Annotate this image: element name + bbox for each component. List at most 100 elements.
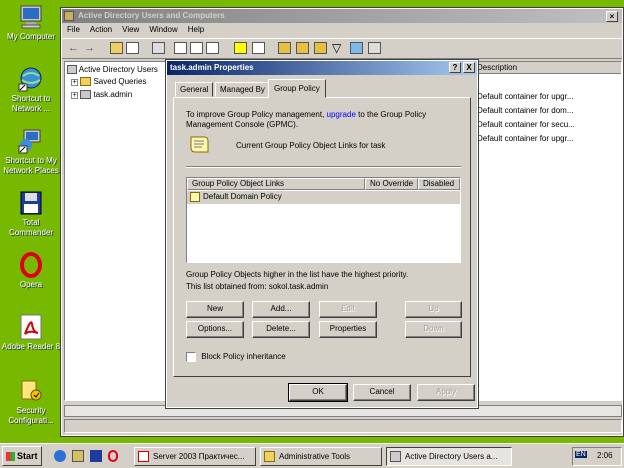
desktop-icon-total-commander[interactable]: Total Commander	[0, 190, 62, 238]
column-gpo-links[interactable]: Group Policy Object Links	[187, 178, 365, 190]
ad-folder-icon	[67, 65, 77, 75]
explorer-icon[interactable]	[72, 450, 84, 462]
column-description[interactable]: Description	[477, 63, 517, 72]
tree-root-label: Active Directory Users	[78, 65, 158, 74]
move-icon[interactable]	[368, 42, 381, 54]
menu-action[interactable]: Action	[85, 23, 117, 36]
tab-general[interactable]: General	[175, 82, 214, 97]
gpo-name: Default Domain Policy	[203, 192, 282, 201]
copy-icon[interactable]	[174, 42, 187, 54]
block-inheritance-checkbox[interactable]	[186, 352, 196, 362]
tree-item-task-admin[interactable]: + task.admin	[71, 90, 132, 100]
task-server2003-doc[interactable]: Server 2003 Практичес...	[134, 447, 256, 466]
cut-icon[interactable]	[152, 42, 165, 54]
block-inheritance-label: Block Policy inheritance	[201, 352, 286, 362]
list-row[interactable]: Default container for dom...	[477, 106, 574, 115]
add-button[interactable]: Add...	[252, 301, 310, 318]
dialog-help-button[interactable]: ?	[449, 62, 461, 73]
tree-item-saved-queries[interactable]: + Saved Queries	[71, 77, 146, 87]
cancel-button[interactable]: Cancel	[353, 384, 411, 401]
desktop-icon-network-shortcut[interactable]: Shortcut to Network ...	[0, 66, 62, 114]
opera-icon	[18, 252, 44, 278]
current-links-label: Current Group Policy Object Links for ta…	[236, 141, 386, 150]
task-label: Active Directory Users a...	[405, 452, 498, 461]
app-icon	[64, 11, 74, 21]
menu-help[interactable]: Help	[183, 23, 209, 36]
properties-dialog: task.admin Properties ? X General Manage…	[165, 59, 479, 409]
floppy-icon[interactable]	[90, 450, 102, 462]
tab-group-policy[interactable]: Group Policy	[268, 79, 326, 98]
up-button[interactable]: Up	[405, 301, 462, 318]
desktop-icon-network-places[interactable]: Shortcut to My Network Places	[0, 128, 62, 176]
properties-button[interactable]: Properties	[319, 321, 377, 338]
new-button[interactable]: New	[186, 301, 244, 318]
desktop-icon-my-computer[interactable]: My Computer	[0, 4, 62, 42]
find-icon[interactable]	[350, 42, 363, 54]
desktop-icon-opera[interactable]: Opera	[0, 252, 62, 290]
group-policy-scroll-icon	[188, 134, 210, 158]
taskbar: Start Server 2003 Практичес... Administr…	[0, 443, 624, 468]
gpo-links-table[interactable]: Group Policy Object Links No Override Di…	[186, 177, 461, 263]
main-close-button[interactable]: ×	[606, 11, 618, 22]
priority-note: Group Policy Objects higher in the list …	[186, 270, 409, 279]
forward-arrow-icon[interactable]: →	[84, 42, 95, 54]
column-disabled[interactable]: Disabled	[418, 178, 460, 190]
language-indicator[interactable]: EN	[575, 451, 587, 458]
adobe-reader-icon	[18, 314, 44, 340]
menu-view[interactable]: View	[117, 23, 144, 36]
expand-plus-icon[interactable]: +	[71, 79, 78, 86]
desktop-icon-adobe-reader[interactable]: Adobe Reader 8	[0, 314, 62, 352]
desktop-icon-label: Opera	[19, 280, 43, 289]
new-ou-icon[interactable]	[314, 42, 327, 54]
ok-button[interactable]: OK	[288, 383, 348, 402]
desktop-icon-security-config[interactable]: Security Configurati...	[0, 378, 62, 426]
desktop-icon-label: Shortcut to My Network Places	[3, 156, 59, 175]
help-icon[interactable]	[234, 42, 247, 54]
expand-plus-icon[interactable]: +	[71, 92, 78, 99]
delete-button[interactable]: Delete...	[252, 321, 310, 338]
filter-icon[interactable]: ▽	[332, 42, 341, 54]
tab-managed-by[interactable]: Managed By	[215, 82, 270, 97]
table-row[interactable]: Default Domain Policy	[187, 191, 460, 204]
back-arrow-icon[interactable]: ←	[68, 42, 79, 54]
list-row[interactable]: Default container for upgr...	[477, 92, 574, 101]
edit-button[interactable]: Edit	[319, 301, 377, 318]
desktop-icon-label: Total Commander	[8, 218, 53, 237]
list-row[interactable]: Default container for secu...	[477, 120, 575, 129]
document-icon	[138, 451, 149, 462]
list-row[interactable]: Default container for upgr...	[477, 134, 574, 143]
dialog-titlebar[interactable]: task.admin Properties ? X	[167, 61, 477, 75]
task-administrative-tools[interactable]: Administrative Tools	[260, 447, 382, 466]
gpo-scroll-icon	[190, 192, 200, 202]
export-icon[interactable]	[206, 42, 219, 54]
apply-button[interactable]: Apply	[417, 384, 475, 401]
clock[interactable]: 2:06	[597, 451, 613, 460]
dialog-close-button[interactable]: X	[463, 62, 475, 73]
show-tree-icon[interactable]	[126, 42, 139, 54]
start-button[interactable]: Start	[2, 446, 42, 466]
folder-tools-icon	[264, 451, 275, 462]
down-button[interactable]: Down	[405, 321, 462, 338]
tree-root[interactable]: Active Directory Users	[67, 65, 158, 75]
desktop-icon-label: Security Configurati...	[8, 406, 54, 425]
main-window-titlebar[interactable]: Active Directory Users and Computers	[62, 9, 622, 23]
column-no-override[interactable]: No Override	[365, 178, 418, 190]
main-window-controls: ×	[580, 10, 620, 22]
options-button[interactable]: Options...	[186, 321, 244, 338]
upgrade-link[interactable]: upgrade	[327, 110, 356, 119]
system-tray: EN 2:06	[572, 447, 622, 466]
new-group-icon[interactable]	[296, 42, 309, 54]
block-inheritance-option[interactable]: Block Policy inheritance	[186, 352, 286, 362]
opera-quick-icon[interactable]	[108, 450, 118, 462]
properties-icon[interactable]	[252, 42, 265, 54]
menu-file[interactable]: File	[62, 23, 85, 36]
ie-icon[interactable]	[54, 450, 66, 462]
delete-icon[interactable]	[190, 42, 203, 54]
computer-icon	[18, 4, 44, 30]
new-user-icon[interactable]	[278, 42, 291, 54]
start-label: Start	[17, 451, 38, 461]
task-active-directory[interactable]: Active Directory Users a...	[386, 447, 512, 466]
up-folder-icon[interactable]	[110, 42, 123, 54]
menu-window[interactable]: Window	[144, 23, 182, 36]
status-bar	[64, 419, 622, 433]
